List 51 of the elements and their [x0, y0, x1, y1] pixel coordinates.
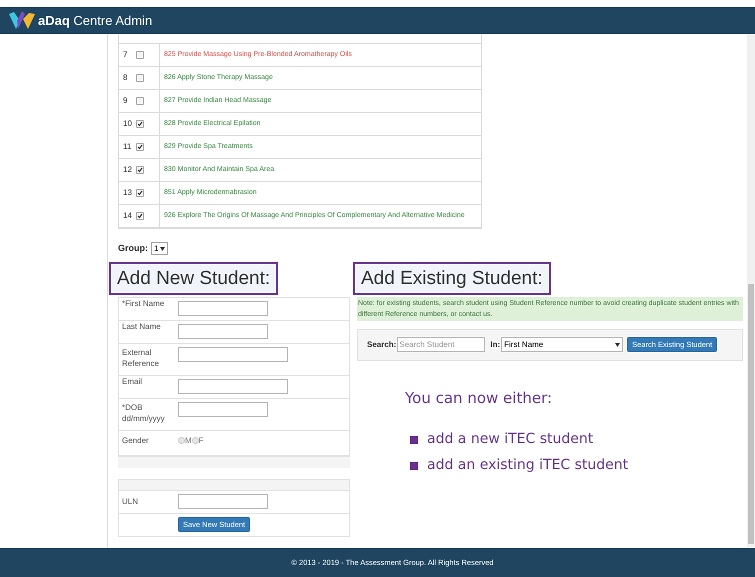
scrollbar[interactable] [747, 34, 755, 548]
checkbox[interactable] [136, 166, 144, 174]
logo-icon [8, 10, 36, 30]
field-select[interactable]: First Name [501, 337, 624, 352]
search-label: Search: [367, 338, 396, 350]
checkbox[interactable] [136, 143, 144, 151]
input-field[interactable] [178, 494, 268, 509]
caret-icon [160, 246, 166, 251]
checkbox[interactable] [136, 97, 144, 105]
info-item: add an existing iTEC student [427, 456, 628, 475]
app-title: aDaq Centre Admin [38, 12, 152, 30]
info-title: You can now either: [405, 388, 554, 408]
info-item: add a new iTEC student [427, 430, 594, 449]
input-field[interactable] [178, 346, 288, 362]
radio-label: F [198, 434, 204, 446]
row-number: 11 [122, 141, 132, 153]
section-heading: Add Existing Student: [353, 262, 551, 294]
bullet-icon [410, 436, 418, 444]
checkbox[interactable] [136, 74, 144, 82]
input-field[interactable] [178, 301, 268, 316]
row-number: 10 [122, 118, 133, 130]
row-number: 9 [122, 95, 128, 107]
checkbox[interactable] [136, 212, 144, 220]
row-number: 13 [122, 187, 133, 199]
checkbox[interactable] [136, 120, 144, 128]
field-label: External Reference [121, 346, 160, 370]
input-field[interactable] [178, 379, 288, 394]
bullet-icon [410, 462, 418, 470]
radio-label: M [185, 434, 192, 446]
row-number: 7 [122, 49, 128, 61]
input-field[interactable] [178, 402, 268, 416]
group-select[interactable]: 1 [151, 242, 168, 256]
group-label: Group: [118, 242, 148, 255]
row-number: 12 [122, 164, 133, 176]
row-number: 8 [122, 72, 128, 84]
field-label: ULN [121, 496, 140, 508]
in-label: In: [490, 338, 500, 350]
search-field[interactable]: Search Student [397, 337, 486, 352]
radio-button[interactable] [192, 437, 199, 444]
field-label: *DOB dd/mm/yyyy [121, 402, 166, 425]
row-number: 14 [122, 210, 133, 222]
field-label: Last Name [121, 320, 162, 332]
section-heading: Add New Student: [109, 262, 278, 294]
field-label: Gender [121, 434, 150, 446]
field-label: *First Name [121, 298, 166, 310]
checkbox[interactable] [136, 51, 144, 59]
field-label: Email [121, 376, 144, 388]
checkbox[interactable] [136, 189, 144, 197]
caret-icon [615, 342, 620, 346]
input-field[interactable] [178, 324, 268, 339]
radio-button[interactable] [178, 437, 185, 444]
